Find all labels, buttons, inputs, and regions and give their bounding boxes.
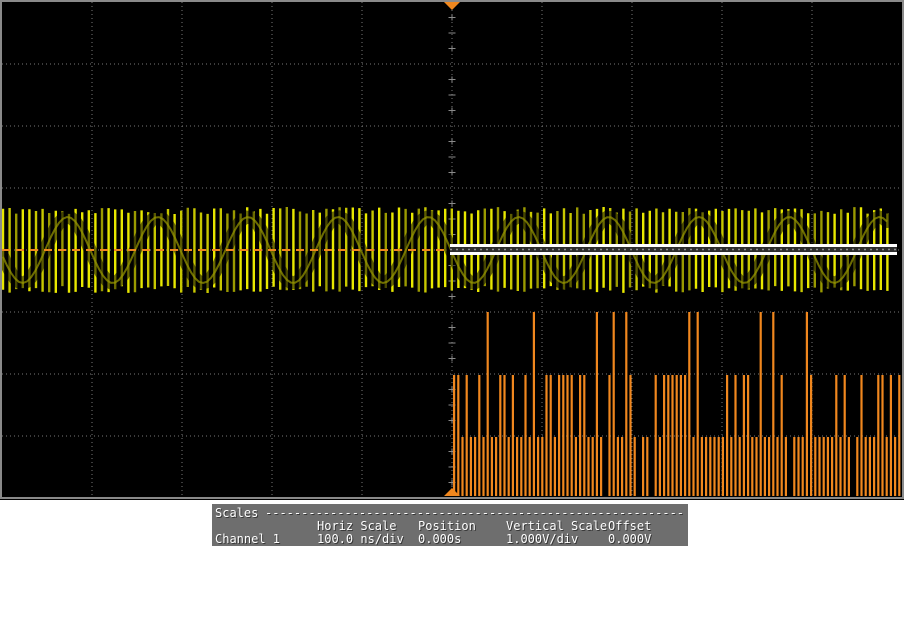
channel1-vertical-scale-value: 1.000V/div [506, 532, 579, 546]
channel1-horiz-scale-value: 100.0 ns/div [317, 532, 404, 546]
scales-title: Scales [215, 506, 259, 520]
channel1-scales-row: Channel 1 100.0 ns/div 0.000s 1.000V/div… [212, 533, 688, 546]
white-cursor-band [450, 244, 897, 255]
scope-display [0, 0, 904, 500]
channel1-position-value: 0.000s [418, 532, 462, 546]
channel1-label: Channel 1 [215, 532, 281, 546]
scales-panel: Scales ---------------------------------… [212, 504, 688, 546]
scope-canvas [0, 0, 904, 500]
channel1-offset-value: 0.000V [608, 532, 652, 546]
